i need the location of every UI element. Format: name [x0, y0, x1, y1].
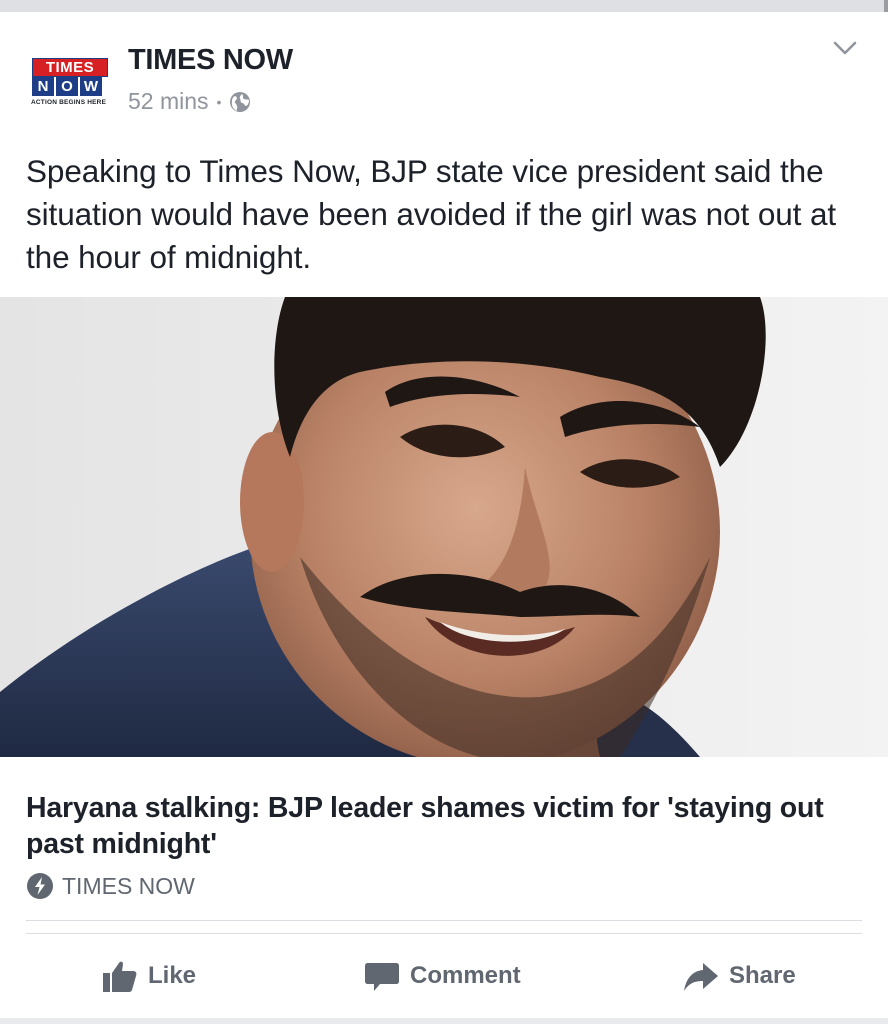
logo-tagline: ACTION BEGINS HERE	[31, 99, 107, 106]
meta-separator: •	[216, 93, 222, 110]
comment-bubble-icon	[365, 963, 399, 991]
comment-label: Comment	[410, 962, 521, 989]
top-scroll-edge	[0, 0, 888, 12]
post-message: Speaking to Times Now, BJP state vice pr…	[26, 153, 837, 275]
feed-gap	[0, 1018, 888, 1024]
chevron-down-icon[interactable]	[832, 38, 858, 58]
source-name: TIMES NOW	[62, 872, 195, 899]
like-label: Like	[148, 962, 197, 989]
divider	[26, 933, 862, 934]
action-bar: Like Comment Share	[0, 950, 888, 1002]
logo-letter-n: N	[32, 77, 54, 96]
link-headline[interactable]: Haryana stalking: BJP leader shames vict…	[26, 790, 862, 862]
logo-times-text: TIMES	[32, 58, 108, 77]
share-label: Share	[729, 962, 796, 989]
man-photo-illustration	[0, 297, 888, 757]
instant-article-bolt-icon	[27, 873, 53, 899]
post-timestamp[interactable]: 52 mins	[128, 88, 209, 115]
page-avatar-logo[interactable]: TIMES N O W ACTION BEGINS HERE	[26, 46, 114, 122]
globe-icon	[230, 91, 251, 112]
comment-button[interactable]: Comment	[364, 950, 521, 1002]
scrollbar-edge	[884, 0, 888, 12]
share-arrow-icon	[684, 963, 718, 991]
link-preview-image[interactable]	[0, 297, 888, 757]
post-meta: 52 mins •	[128, 88, 251, 115]
link-source: TIMES NOW	[26, 872, 195, 900]
logo-letter-w: W	[80, 77, 102, 96]
like-button[interactable]: Like	[102, 950, 196, 1002]
divider	[26, 920, 862, 921]
page-name-link[interactable]: TIMES NOW	[128, 44, 293, 77]
thumbs-up-icon	[103, 961, 137, 992]
share-button[interactable]: Share	[683, 950, 796, 1002]
logo-letter-o: O	[56, 77, 78, 96]
